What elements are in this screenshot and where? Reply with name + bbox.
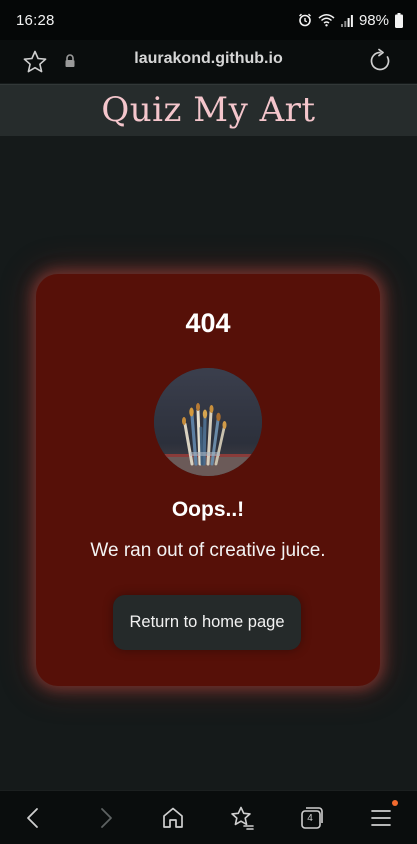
error-message: We ran out of creative juice. (90, 540, 326, 561)
browser-address-bar: laurakond.github.io (0, 40, 417, 83)
wifi-icon (318, 13, 335, 27)
browser-bottom-nav: 4 (0, 790, 417, 844)
site-title[interactable]: Quiz My Art (0, 87, 417, 133)
back-icon[interactable] (20, 804, 48, 832)
status-bar: 16:28 98% (0, 0, 417, 40)
menu-icon[interactable] (367, 800, 398, 832)
url-text[interactable]: laurakond.github.io (0, 50, 417, 68)
tabs-icon[interactable]: 4 (298, 804, 326, 832)
forward-icon[interactable] (91, 804, 119, 832)
home-icon[interactable] (159, 804, 187, 832)
return-home-button[interactable]: Return to home page (113, 595, 301, 650)
alarm-icon (298, 13, 312, 27)
tab-count: 4 (307, 813, 313, 824)
battery-icon (395, 12, 403, 28)
status-indicators: 98% (298, 12, 403, 29)
site-header: Quiz My Art (0, 84, 417, 136)
notification-dot (392, 800, 398, 806)
status-time: 16:28 (16, 11, 55, 29)
signal-icon (340, 14, 353, 27)
reload-icon[interactable] (367, 48, 393, 74)
error-heading: Oops..! (171, 498, 245, 521)
battery-percent: 98% (358, 11, 389, 29)
error-code: 404 (185, 308, 231, 338)
error-card: 404 Oops..! We ran out of creative juice… (36, 274, 380, 686)
bookmarks-icon[interactable] (228, 804, 256, 832)
paintbrushes-image (154, 368, 262, 476)
